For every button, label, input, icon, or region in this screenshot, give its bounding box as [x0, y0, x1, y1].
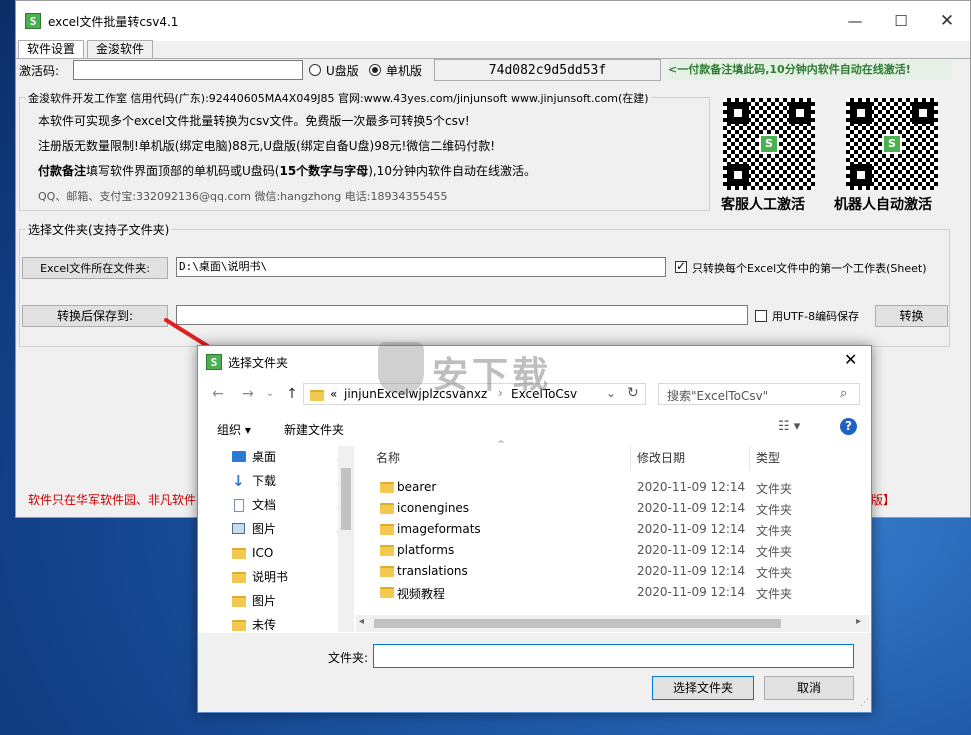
file-date: 2020-11-09 12:14: [637, 480, 746, 494]
file-row[interactable]: 视频教程 2020-11-09 12:14 文件夹: [358, 582, 828, 603]
column-divider[interactable]: [749, 446, 750, 470]
folder-icon: [380, 587, 394, 598]
download-icon: ↓: [232, 472, 245, 490]
picture-icon: [232, 523, 245, 534]
file-name: bearer: [397, 480, 437, 494]
file-date: 2020-11-09 12:14: [637, 543, 746, 557]
nav-label: 下载: [252, 474, 277, 488]
back-arrow-icon[interactable]: ←: [208, 383, 228, 405]
folder-dialog: S 选择文件夹 ✕ ← → ⌄ ↑ « jinjunExcelwjplzcsva…: [197, 345, 872, 713]
folder-icon: [232, 596, 246, 607]
dialog-search-input[interactable]: 搜索"ExcelToCsv" ⌕: [658, 383, 860, 405]
organize-menu[interactable]: 组织 ▾: [217, 421, 251, 438]
file-date: 2020-11-09 12:14: [637, 585, 746, 599]
desktop-icon: [232, 451, 246, 462]
scroll-left-icon[interactable]: ◂: [359, 616, 364, 627]
chevron-down-icon[interactable]: ⌄: [606, 386, 616, 400]
up-arrow-icon[interactable]: ↑: [282, 383, 302, 405]
file-type: 文件夹: [756, 545, 793, 559]
file-date: 2020-11-09 12:14: [637, 501, 746, 515]
folder-icon: [310, 390, 324, 401]
dialog-icon: S: [206, 354, 222, 370]
dialog-title: 选择文件夹: [228, 356, 289, 370]
file-name: iconengines: [397, 501, 470, 515]
watermark-shield-icon: [378, 342, 424, 394]
forward-arrow-icon[interactable]: →: [238, 383, 258, 405]
new-folder-button[interactable]: 新建文件夹: [284, 421, 344, 438]
nav-label: 桌面: [252, 450, 277, 464]
folder-icon: [380, 503, 394, 514]
resize-grip-icon[interactable]: ⋰: [860, 698, 869, 708]
search-placeholder: 搜索"ExcelToCsv": [667, 389, 769, 403]
folder-icon: [380, 482, 394, 493]
scroll-right-icon[interactable]: ▸: [856, 616, 861, 627]
file-name: imageformats: [397, 522, 481, 536]
select-folder-button[interactable]: 选择文件夹: [652, 676, 754, 700]
column-name[interactable]: 名称: [376, 446, 400, 470]
nav-label: ICO: [252, 546, 274, 560]
file-date: 2020-11-09 12:14: [637, 522, 746, 536]
nav-label: 图片: [252, 522, 277, 536]
sort-up-icon: ^: [497, 440, 505, 450]
watermark-text: 安下载: [432, 355, 553, 396]
folder-icon: [232, 548, 246, 559]
folder-icon: [380, 545, 394, 556]
file-row[interactable]: translations 2020-11-09 12:14 文件夹: [358, 561, 828, 582]
folder-icon: [232, 620, 246, 631]
column-divider[interactable]: [630, 446, 631, 470]
nav-scrollbar[interactable]: [338, 446, 354, 632]
file-type: 文件夹: [756, 587, 793, 601]
breadcrumb-overflow[interactable]: «: [330, 387, 337, 401]
nav-label: 图片: [252, 594, 277, 608]
column-type[interactable]: 类型: [756, 446, 780, 470]
file-row[interactable]: imageformats 2020-11-09 12:14 文件夹: [358, 519, 828, 540]
file-type: 文件夹: [756, 566, 793, 580]
file-type: 文件夹: [756, 503, 793, 517]
folder-icon: [232, 572, 246, 583]
file-type: 文件夹: [756, 482, 793, 496]
file-type: 文件夹: [756, 524, 793, 538]
cancel-button[interactable]: 取消: [764, 676, 854, 700]
refresh-icon[interactable]: ↻: [627, 385, 639, 401]
folder-field-label: 文件夹:: [328, 651, 369, 665]
file-list-scrollbar[interactable]: ◂ ▸: [356, 615, 870, 632]
dialog-close-icon[interactable]: ✕: [844, 350, 857, 369]
file-name: platforms: [397, 543, 455, 557]
file-row[interactable]: platforms 2020-11-09 12:14 文件夹: [358, 540, 828, 561]
document-icon: [234, 499, 244, 512]
column-date[interactable]: 修改日期: [637, 446, 685, 470]
nav-scroll-thumb[interactable]: [341, 468, 351, 530]
folder-name-input[interactable]: [373, 644, 854, 668]
folder-icon: [380, 524, 394, 535]
navigation-pane: 桌面📌 ↓下载📌 文档📌 图片📌 ICO 说明书 图片 未传: [216, 446, 354, 632]
search-icon[interactable]: ⌕: [840, 386, 847, 401]
nav-label: 未传: [252, 618, 277, 632]
file-date: 2020-11-09 12:14: [637, 564, 746, 578]
recent-chevron-icon[interactable]: ⌄: [260, 383, 280, 405]
nav-label: 文档: [252, 498, 277, 512]
nav-label: 说明书: [252, 570, 289, 584]
view-options-icon[interactable]: ☷ ▾: [778, 419, 800, 434]
scroll-thumb[interactable]: [374, 619, 781, 628]
file-name: translations: [397, 564, 468, 578]
file-row[interactable]: iconengines 2020-11-09 12:14 文件夹: [358, 498, 828, 519]
file-row[interactable]: bearer 2020-11-09 12:14 文件夹: [358, 477, 828, 498]
folder-icon: [380, 566, 394, 577]
help-icon[interactable]: ?: [840, 418, 857, 435]
file-name: 视频教程: [397, 587, 446, 601]
